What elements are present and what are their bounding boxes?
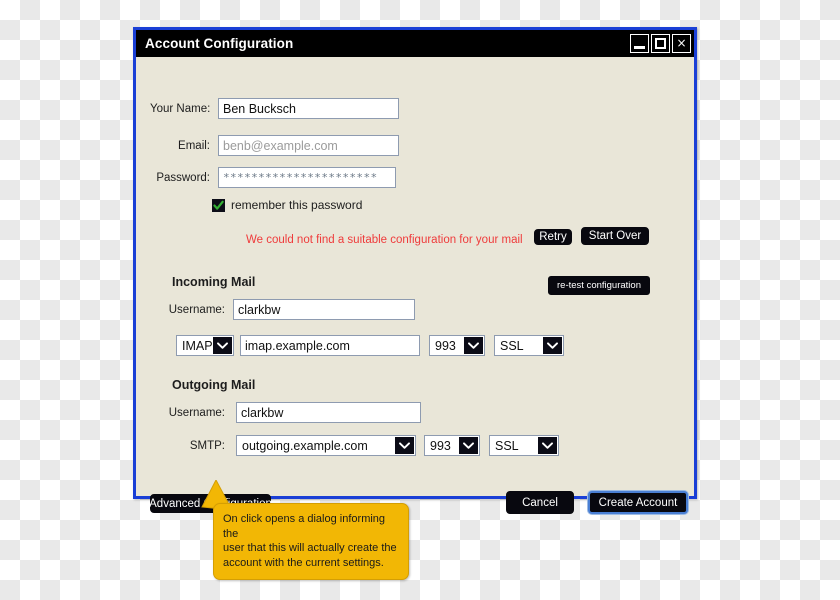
outgoing-mail-title: Outgoing Mail bbox=[172, 378, 256, 392]
email-input[interactable]: benb@example.com bbox=[218, 135, 399, 156]
incoming-protocol-select[interactable]: IMAP bbox=[176, 335, 234, 356]
window-titlebar: Account Configuration × bbox=[136, 30, 694, 57]
chevron-down-icon bbox=[213, 337, 232, 354]
outgoing-username-row: Username: clarkbw bbox=[150, 402, 421, 423]
password-row: Password: ********************** bbox=[150, 167, 396, 188]
email-row: Email: benb@example.com bbox=[150, 135, 399, 156]
smtp-label: SMTP: bbox=[189, 439, 225, 452]
maximize-button[interactable] bbox=[651, 34, 670, 53]
remember-password-checkbox[interactable] bbox=[212, 198, 225, 212]
your-name-row: Your Name: Ben Bucksch bbox=[150, 98, 399, 119]
incoming-username-row: Username: clarkbw bbox=[150, 299, 415, 320]
password-label: Password: bbox=[156, 171, 210, 184]
outgoing-hostname-value: outgoing.example.com bbox=[242, 438, 368, 453]
callout-line-2: user that this will actually create the bbox=[223, 542, 397, 554]
chevron-down-icon bbox=[459, 437, 478, 454]
outgoing-port-value: 993 bbox=[430, 438, 451, 453]
your-name-input[interactable]: Ben Bucksch bbox=[218, 98, 399, 119]
retest-configuration-button[interactable]: re-test configuration bbox=[548, 276, 650, 295]
retry-button[interactable]: Retry bbox=[534, 229, 572, 245]
dialog-body: Your Name: Ben Bucksch Email: benb@examp… bbox=[136, 57, 694, 514]
callout-tooltip: On click opens a dialog informing the us… bbox=[213, 503, 409, 580]
email-label: Email: bbox=[178, 139, 210, 152]
outgoing-username-input[interactable]: clarkbw bbox=[236, 402, 421, 423]
remember-password-row[interactable]: remember this password bbox=[212, 198, 362, 212]
incoming-username-label: Username: bbox=[168, 303, 225, 316]
window-title: Account Configuration bbox=[145, 36, 294, 51]
callout-line-3: account with the current settings. bbox=[223, 556, 384, 569]
minimize-icon bbox=[634, 46, 645, 49]
close-icon: × bbox=[676, 36, 687, 50]
outgoing-security-value: SSL bbox=[495, 438, 519, 453]
chevron-down-icon bbox=[464, 337, 483, 354]
checkmark-icon bbox=[213, 200, 224, 210]
incoming-port-select[interactable]: 993 bbox=[429, 335, 485, 356]
incoming-server-row: IMAP imap.example.com 993 SSL bbox=[176, 335, 564, 356]
incoming-hostname-input[interactable]: imap.example.com bbox=[240, 335, 420, 356]
incoming-username-input[interactable]: clarkbw bbox=[233, 299, 415, 320]
chevron-down-icon bbox=[543, 337, 562, 354]
config-error-message: We could not find a suitable configurati… bbox=[246, 234, 523, 246]
cancel-button[interactable]: Cancel bbox=[506, 491, 574, 514]
create-account-button[interactable]: Create Account bbox=[588, 491, 688, 514]
outgoing-username-label: Username: bbox=[168, 406, 225, 419]
incoming-port-value: 993 bbox=[435, 338, 456, 353]
close-button[interactable]: × bbox=[672, 34, 691, 53]
incoming-security-value: SSL bbox=[500, 338, 524, 353]
remember-password-label: remember this password bbox=[231, 198, 363, 212]
minimize-button[interactable] bbox=[630, 34, 649, 53]
outgoing-security-select[interactable]: SSL bbox=[489, 435, 559, 456]
incoming-protocol-value: IMAP bbox=[182, 338, 213, 353]
chevron-down-icon bbox=[395, 437, 414, 454]
your-name-label: Your Name: bbox=[150, 102, 211, 115]
start-over-button[interactable]: Start Over bbox=[581, 227, 649, 245]
password-input[interactable]: ********************** bbox=[218, 167, 396, 188]
incoming-security-select[interactable]: SSL bbox=[494, 335, 564, 356]
window-controls: × bbox=[630, 34, 691, 53]
outgoing-server-row: SMTP: outgoing.example.com 993 SSL bbox=[150, 435, 559, 456]
incoming-mail-title: Incoming Mail bbox=[172, 275, 256, 289]
outgoing-port-select[interactable]: 993 bbox=[424, 435, 480, 456]
chevron-down-icon bbox=[538, 437, 557, 454]
callout-line-1: On click opens a dialog informing the bbox=[223, 513, 386, 540]
outgoing-hostname-select[interactable]: outgoing.example.com bbox=[236, 435, 416, 456]
account-configuration-window: Account Configuration × Your Name: Ben B… bbox=[133, 27, 697, 514]
maximize-icon bbox=[655, 38, 666, 49]
